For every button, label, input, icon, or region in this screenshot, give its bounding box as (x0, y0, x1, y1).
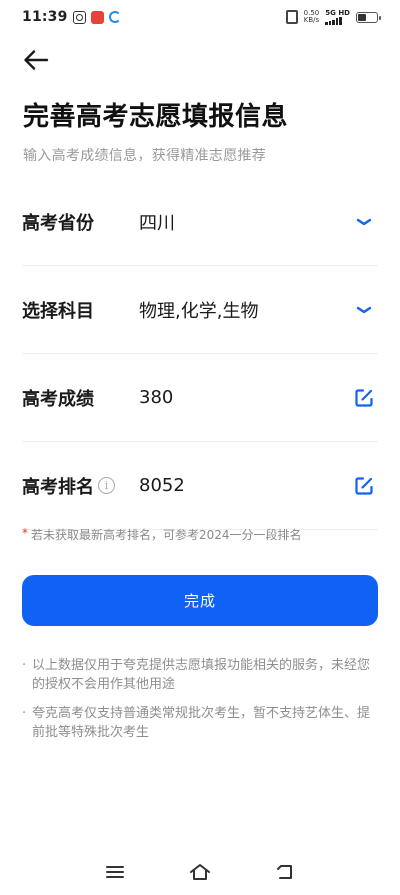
subjects-row[interactable]: 选择科目 物理,化学,生物 (22, 266, 378, 354)
note-item: · 以上数据仅用于夸克提供志愿填报功能相关的服务，未经您的授权不会用作其他用途 (22, 656, 380, 694)
status-left: 11:39 (22, 9, 121, 25)
arrow-left-icon (24, 50, 49, 70)
province-value: 四川 (139, 212, 175, 234)
subjects-value: 物理,化学,生物 (139, 300, 259, 322)
subjects-dropdown-button[interactable] (350, 296, 378, 324)
app-notification-icon (90, 10, 104, 24)
back-nav-icon (277, 865, 293, 879)
info-form: 高考省份 四川 选择科目 物理,化学,生物 高考成绩 380 高考排名 i 80… (22, 178, 378, 530)
camera-notification-icon (72, 10, 86, 24)
signal-label: 5G HD (325, 9, 350, 17)
score-edit-button[interactable] (350, 384, 378, 412)
signal-bars-icon (325, 17, 342, 25)
signal-indicator: 5G HD (325, 9, 350, 25)
rank-edit-button[interactable] (350, 472, 378, 500)
network-speed-unit: KB/s (303, 16, 320, 24)
status-bar: 11:39 0.50 KB/s 5G HD (0, 0, 400, 34)
province-label: 高考省份 (22, 212, 94, 234)
province-row[interactable]: 高考省份 四川 (22, 178, 378, 266)
edit-icon (355, 388, 373, 407)
chevron-down-icon (356, 306, 372, 313)
note-text: 以上数据仅用于夸克提供志愿填报功能相关的服务，未经您的授权不会用作其他用途 (32, 658, 371, 692)
edit-icon (355, 476, 373, 495)
menu-icon (105, 866, 124, 878)
status-time: 11:39 (22, 9, 68, 25)
hint-text: 若未获取最新高考排名，可参考2024一分一段排名 (31, 528, 302, 542)
required-star: * (22, 526, 28, 540)
notes: · 以上数据仅用于夸克提供志愿填报功能相关的服务，未经您的授权不会用作其他用途 … (22, 656, 380, 752)
back-button[interactable] (18, 44, 54, 76)
score-label: 高考成绩 (22, 388, 94, 410)
score-value[interactable]: 380 (139, 387, 378, 408)
info-icon[interactable]: i (98, 477, 115, 494)
subjects-label: 选择科目 (22, 300, 94, 322)
battery-icon (356, 11, 381, 23)
score-row[interactable]: 高考成绩 380 (22, 354, 378, 442)
nav-menu-button[interactable] (100, 860, 130, 884)
province-dropdown-button[interactable] (350, 208, 378, 236)
note-text: 夸克高考仅支持普通类常规批次考生，暂不支持艺体生、提前批等特殊批次考生 (32, 706, 371, 740)
rank-value[interactable]: 8052 (139, 475, 378, 496)
rank-label: 高考排名 (22, 476, 94, 498)
rank-label-group: 高考排名 i (22, 473, 139, 499)
status-right: 0.50 KB/s 5G HD (285, 9, 381, 25)
page-subtitle: 输入高考成绩信息，获得精准志愿推荐 (23, 148, 267, 164)
sync-notification-icon (108, 11, 121, 23)
network-speed: 0.50 KB/s (304, 10, 320, 24)
page-title: 完善高考志愿填报信息 (23, 102, 289, 132)
vibrate-icon (285, 10, 298, 24)
nav-home-button[interactable] (185, 860, 215, 884)
rank-row[interactable]: 高考排名 i 8052 (22, 442, 378, 530)
bullet-dot: · (22, 706, 27, 721)
chevron-down-icon (356, 218, 372, 225)
note-item: · 夸克高考仅支持普通类常规批次考生，暂不支持艺体生、提前批等特殊批次考生 (22, 704, 380, 742)
nav-back-button[interactable] (270, 860, 300, 884)
rank-hint: * 若未获取最新高考排名，可参考2024一分一段排名 (22, 526, 302, 543)
bullet-dot: · (22, 658, 27, 673)
submit-button[interactable]: 完成 (22, 575, 378, 626)
system-nav-bar (0, 857, 400, 887)
home-icon (189, 864, 210, 880)
